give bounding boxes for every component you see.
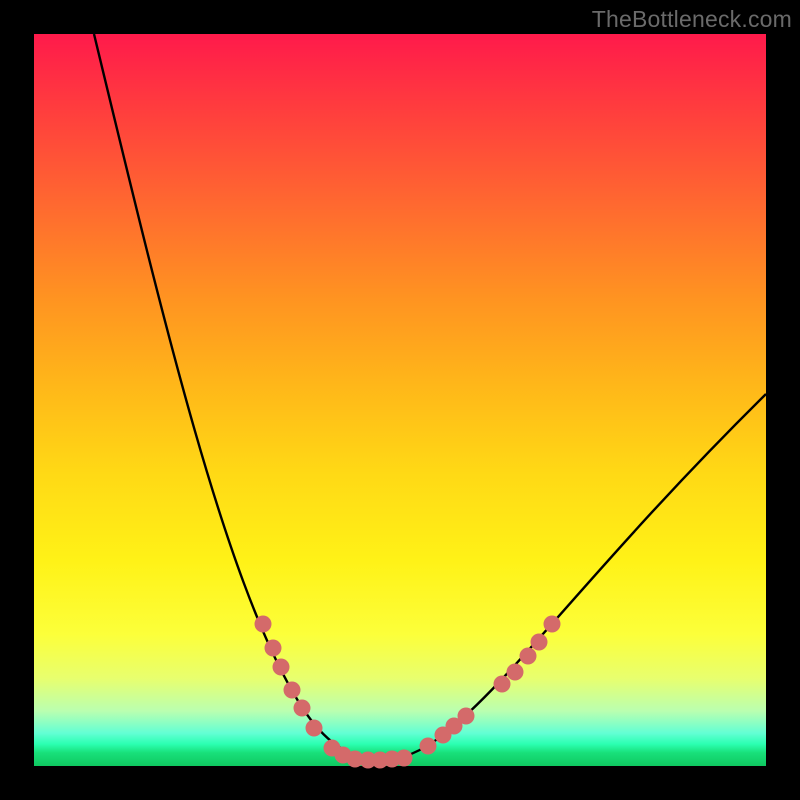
bottleneck-curve xyxy=(34,34,766,766)
curve-marker xyxy=(396,750,413,767)
curve-marker xyxy=(507,664,524,681)
curve-marker xyxy=(544,616,561,633)
curve-marker xyxy=(306,720,323,737)
watermark-text: TheBottleneck.com xyxy=(592,6,792,33)
curve-markers xyxy=(255,616,561,769)
curve-marker xyxy=(284,682,301,699)
curve-marker xyxy=(294,700,311,717)
curve-marker xyxy=(494,676,511,693)
curve-marker xyxy=(420,738,437,755)
curve-marker xyxy=(255,616,272,633)
curve-marker xyxy=(265,640,282,657)
chart-frame xyxy=(34,34,766,766)
curve-marker xyxy=(520,648,537,665)
curve-marker xyxy=(273,659,290,676)
curve-marker xyxy=(531,634,548,651)
curve-marker xyxy=(458,708,475,725)
curve-path xyxy=(94,34,766,760)
